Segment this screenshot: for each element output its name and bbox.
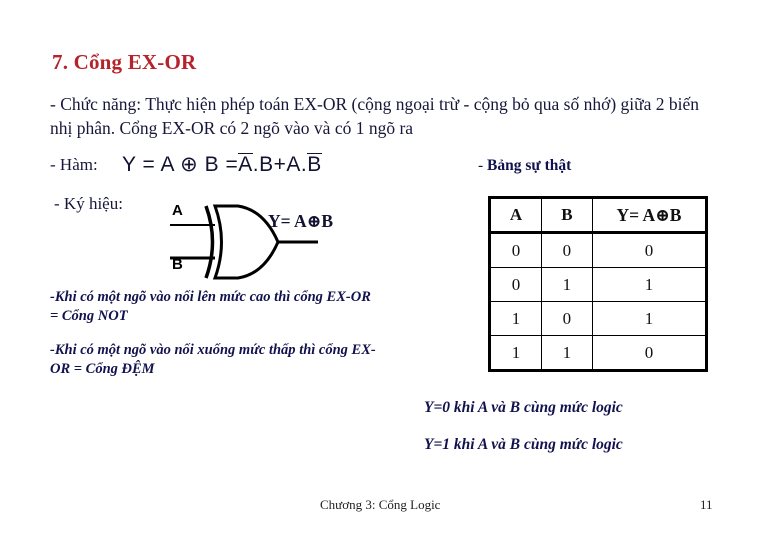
cell-b: 0 xyxy=(540,232,593,268)
gate-input-a-label: A xyxy=(172,202,183,219)
formula-equals-1: = xyxy=(142,153,156,176)
cell-y: 0 xyxy=(591,335,708,371)
formula-y: Y xyxy=(122,153,137,176)
formula-plus: + xyxy=(273,153,287,176)
cell-a: 1 xyxy=(489,335,542,371)
cell-b: 1 xyxy=(540,267,593,302)
truth-table-caption: - Bảng sự thật xyxy=(478,157,571,175)
cell-a: 1 xyxy=(489,301,542,336)
formula-a-negated: A xyxy=(238,153,253,176)
formula-a: A xyxy=(160,153,174,176)
cell-y: 0 xyxy=(591,232,708,268)
function-label: - Hàm: xyxy=(50,155,98,174)
truth-table-caption-dash: - xyxy=(478,157,488,174)
note-line-1: -Khi có một ngõ vào nối xuống mức thấp xyxy=(50,342,296,358)
page-title: 7. Cổng EX-OR xyxy=(52,50,197,74)
footer-page-number: 11 xyxy=(700,497,713,512)
formula-equals-2: = xyxy=(225,153,239,176)
table-row: 1 1 0 xyxy=(489,335,708,371)
slide-canvas: 7. Cổng EX-OR - Chức năng: Thực hiện phé… xyxy=(0,0,780,540)
table-header-a: A xyxy=(489,197,542,234)
xor-gate-diagram: A B xyxy=(168,196,318,288)
gate-output-equation: Y= A⊕B xyxy=(268,211,333,231)
table-row: 0 0 0 xyxy=(489,232,708,268)
footer-chapter: Chương 3: Cổng Logic xyxy=(320,497,441,512)
cell-y: 1 xyxy=(591,301,708,336)
conclusion-line: Y=1 khi A và B cùng mức logic xyxy=(424,436,623,453)
cell-a: 0 xyxy=(489,267,542,302)
gate-input-b-label: B xyxy=(172,256,183,273)
table-header-row: A B Y= A⊕B xyxy=(489,197,708,234)
xor-operator-icon: ⊕ xyxy=(180,153,199,176)
truth-table-caption-text: Bảng sự thật xyxy=(487,157,572,174)
formula-b-negated: B xyxy=(307,153,322,176)
formula-b: B xyxy=(204,153,220,176)
formula-b-term: B xyxy=(259,153,274,176)
formula-a-term: A xyxy=(286,153,301,176)
truth-table: A B Y= A⊕B 0 0 0 0 1 1 1 0 1 1 1 0 xyxy=(488,196,708,372)
table-row: 1 0 1 xyxy=(489,301,708,336)
cell-b: 0 xyxy=(540,301,593,336)
intro-paragraph: - Chức năng: Thực hiện phép toán EX-OR (… xyxy=(50,94,700,138)
cell-y: 1 xyxy=(591,267,708,302)
note-item: -Khi có một ngõ vào nối lên mức cao thì … xyxy=(50,288,380,326)
table-header-y: Y= A⊕B xyxy=(591,197,708,234)
note-item: -Khi có một ngõ vào nối xuống mức thấp t… xyxy=(50,341,380,379)
symbol-label: - Ký hiệu: xyxy=(54,194,123,213)
xor-formula: Y = A ⊕ B =A.B+A.B xyxy=(122,152,322,177)
table-row: 0 1 1 xyxy=(489,267,708,302)
conclusion-line: Y=0 khi A và B cùng mức logic xyxy=(424,399,623,416)
cell-b: 1 xyxy=(540,335,593,371)
table-header-b: B xyxy=(540,197,593,234)
note-line-1: -Khi có một ngõ vào nối lên mức cao thì xyxy=(50,289,291,305)
xor-gate-icon xyxy=(170,204,318,280)
cell-a: 0 xyxy=(489,232,542,268)
